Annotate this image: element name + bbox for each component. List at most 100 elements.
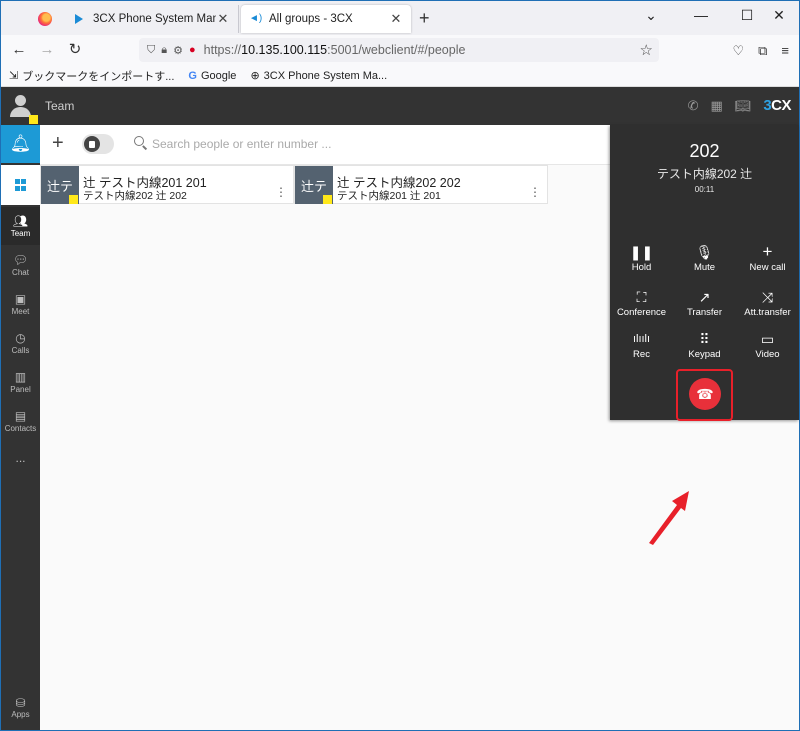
hold-button[interactable]: ❚❚ Hold bbox=[610, 242, 673, 278]
qr-code-icon[interactable]: ▦ bbox=[711, 98, 723, 114]
sidebar-item-calls[interactable]: ◷ Calls bbox=[1, 324, 40, 362]
apps-icon: ⛁ bbox=[15, 696, 26, 710]
sidebar-item-team[interactable]: 👥︎ Team bbox=[1, 207, 40, 245]
team-icon: 👥︎ bbox=[12, 213, 29, 228]
hamburger-menu-icon[interactable]: ≡ bbox=[781, 43, 789, 59]
tab-list-chevron-icon[interactable]: ⌄ bbox=[631, 7, 671, 24]
transfer-icon: ↗ bbox=[698, 289, 711, 305]
close-icon[interactable]: ✕ bbox=[216, 11, 230, 27]
browser-tab-bar: 3CX Phone System Managemen ✕ ◄) All grou… bbox=[1, 1, 799, 35]
firefox-menu-button[interactable] bbox=[29, 7, 61, 31]
app-sidebar: 🔔︎ 👥︎ Team 💬︎ Chat ▣ Meet ◷ Calls ▥ Pane… bbox=[1, 125, 40, 730]
contacts-view-toggle[interactable] bbox=[82, 134, 114, 154]
permissions-icon[interactable]: ⚙ bbox=[173, 44, 183, 57]
record-button[interactable]: ılıılı Rec bbox=[610, 329, 673, 365]
call-timer: 00:11 bbox=[694, 185, 715, 194]
contact-subtitle: テスト内線201 辻 201 bbox=[337, 190, 441, 202]
more-vertical-icon[interactable]: ⋮ bbox=[529, 186, 541, 198]
sidebar-item-panel[interactable]: ▥ Panel bbox=[1, 363, 40, 401]
plus-icon: + bbox=[762, 242, 773, 261]
keypad-button[interactable]: ⠿ Keypad bbox=[673, 329, 736, 365]
bookmark-label: ブックマークをインポートす... bbox=[22, 70, 175, 83]
more-icon: ... bbox=[15, 451, 26, 465]
bookmark-3cx[interactable]: ⊕ 3CX Phone System Ma... bbox=[250, 69, 387, 83]
sidebar-more-button[interactable]: ... bbox=[1, 439, 40, 477]
book-icon[interactable]: 📖︎ bbox=[735, 98, 752, 114]
calls-icon: ◷ bbox=[15, 330, 26, 345]
bookmark-google[interactable]: G Google bbox=[188, 70, 236, 82]
more-vertical-icon[interactable]: ⋮ bbox=[275, 186, 287, 198]
conference-button[interactable]: ⛶ Conference bbox=[610, 287, 673, 323]
lock-warning-icon[interactable]: 🔒︎ bbox=[161, 44, 167, 57]
contacts-icon: ▤ bbox=[14, 408, 27, 423]
pocket-icon[interactable]: ♡ bbox=[732, 43, 744, 59]
sidebar-item-meet[interactable]: ▣ Meet bbox=[1, 285, 40, 323]
att-transfer-icon: ⤨ bbox=[761, 289, 774, 305]
window-close-button[interactable]: ✕ bbox=[759, 7, 799, 24]
google-icon: G bbox=[188, 69, 197, 82]
globe-icon: ⊕ bbox=[250, 70, 260, 82]
mute-button[interactable]: 🎙︎ Mute bbox=[673, 242, 736, 278]
presence-status-indicator[interactable] bbox=[29, 115, 38, 124]
keypad-icon: ⠿ bbox=[699, 331, 710, 347]
search-icon bbox=[134, 136, 148, 150]
mic-icon: 🎙︎ bbox=[695, 244, 714, 260]
bookmark-label: Google bbox=[200, 69, 237, 82]
audio-icon: ◄) bbox=[249, 13, 263, 24]
sidebar-item-contacts[interactable]: ▤ Contacts bbox=[1, 402, 40, 440]
transfer-button[interactable]: ↗ Transfer bbox=[673, 287, 736, 323]
annotation-arrow bbox=[649, 491, 689, 545]
url-host: 10.135.100.115 bbox=[241, 43, 328, 57]
app-top-bar: Team ✆ ▦ 📖︎ 3CX bbox=[1, 87, 799, 125]
page-title: Team bbox=[45, 99, 75, 113]
apps-button[interactable]: ⛁ Apps bbox=[1, 696, 40, 726]
contact-card[interactable]: 辻テ 辻 テスト内線201 201 テスト内線202 辻 202 ⋮ bbox=[40, 165, 294, 204]
contact-card[interactable]: 辻テ 辻 テスト内線202 202 テスト内線201 辻 201 ⋮ bbox=[294, 165, 548, 204]
close-icon[interactable]: ✕ bbox=[389, 11, 403, 27]
end-call-icon: ☎︎ bbox=[696, 385, 714, 402]
browser-tab-3cx-management[interactable]: 3CX Phone System Managemen ✕ bbox=[67, 5, 239, 33]
sidebar-item-label: Chat bbox=[12, 267, 29, 277]
panel-icon: ▥ bbox=[14, 369, 27, 384]
add-button[interactable]: + bbox=[52, 133, 64, 153]
conference-icon: ⛶ bbox=[636, 289, 647, 305]
back-button[interactable]: ← bbox=[9, 41, 29, 59]
sidebar-item-label: Contacts bbox=[4, 423, 37, 433]
url-path: :5001/webclient/#/people bbox=[327, 43, 466, 57]
video-button[interactable]: ▭ Video bbox=[736, 329, 799, 365]
new-tab-button[interactable]: + bbox=[419, 9, 430, 27]
call-number: 202 bbox=[689, 141, 720, 161]
hold-icon: ❚❚ bbox=[629, 244, 654, 260]
forward-button[interactable]: → bbox=[37, 41, 57, 59]
tab-title: 3CX Phone System Managemen bbox=[93, 13, 216, 25]
reload-button[interactable]: ↻ bbox=[65, 41, 85, 59]
windows-app-button[interactable] bbox=[1, 165, 40, 205]
browser-tab-all-groups[interactable]: ◄) All groups - 3CX ✕ bbox=[241, 5, 411, 33]
sidebar-item-label: Calls bbox=[11, 345, 30, 355]
att-transfer-button[interactable]: ⤨ Att.transfer bbox=[736, 287, 799, 323]
new-call-button[interactable]: + New call bbox=[736, 242, 799, 278]
presence-status-indicator bbox=[69, 195, 78, 204]
hangup-button[interactable]: ☎︎ bbox=[689, 378, 721, 410]
sidebar-item-chat[interactable]: 💬︎ Chat bbox=[1, 246, 40, 284]
3cx-webclient: Team ✆ ▦ 📖︎ 3CX 🔔︎ 👥︎ Team 💬︎ Chat ▣ Mee… bbox=[1, 87, 799, 730]
notifications-bell-icon[interactable]: 🔔︎ bbox=[1, 125, 40, 163]
presence-status-indicator bbox=[323, 195, 332, 204]
bookmark-star-icon[interactable]: ☆ bbox=[640, 41, 653, 59]
shield-icon[interactable]: ⛉ bbox=[147, 44, 155, 57]
sidebar-item-label: Panel bbox=[10, 384, 31, 394]
phone-icon[interactable]: ✆ bbox=[688, 98, 699, 114]
microphone-icon[interactable]: ● bbox=[189, 44, 196, 56]
call-name: テスト内線202 辻 bbox=[656, 167, 753, 181]
sidebar-item-label: Meet bbox=[11, 306, 30, 316]
bookmark-import[interactable]: ⇲ ブックマークをインポートす... bbox=[9, 68, 174, 84]
firefox-icon bbox=[38, 12, 52, 26]
bookmarks-bar: ⇲ ブックマークをインポートす... G Google ⊕ 3CX Phone … bbox=[1, 65, 799, 87]
tab-title: All groups - 3CX bbox=[269, 13, 353, 25]
contact-subtitle: テスト内線202 辻 202 bbox=[83, 190, 187, 202]
search-input[interactable] bbox=[152, 135, 472, 153]
sidebar-item-label: Team bbox=[10, 228, 31, 238]
minimize-button[interactable]: — bbox=[681, 7, 721, 23]
extensions-icon[interactable]: ⧉ bbox=[758, 43, 767, 59]
address-bar[interactable]: ⛉ 🔒︎ ⚙ ● https://10.135.100.115:5001/web… bbox=[139, 38, 659, 62]
